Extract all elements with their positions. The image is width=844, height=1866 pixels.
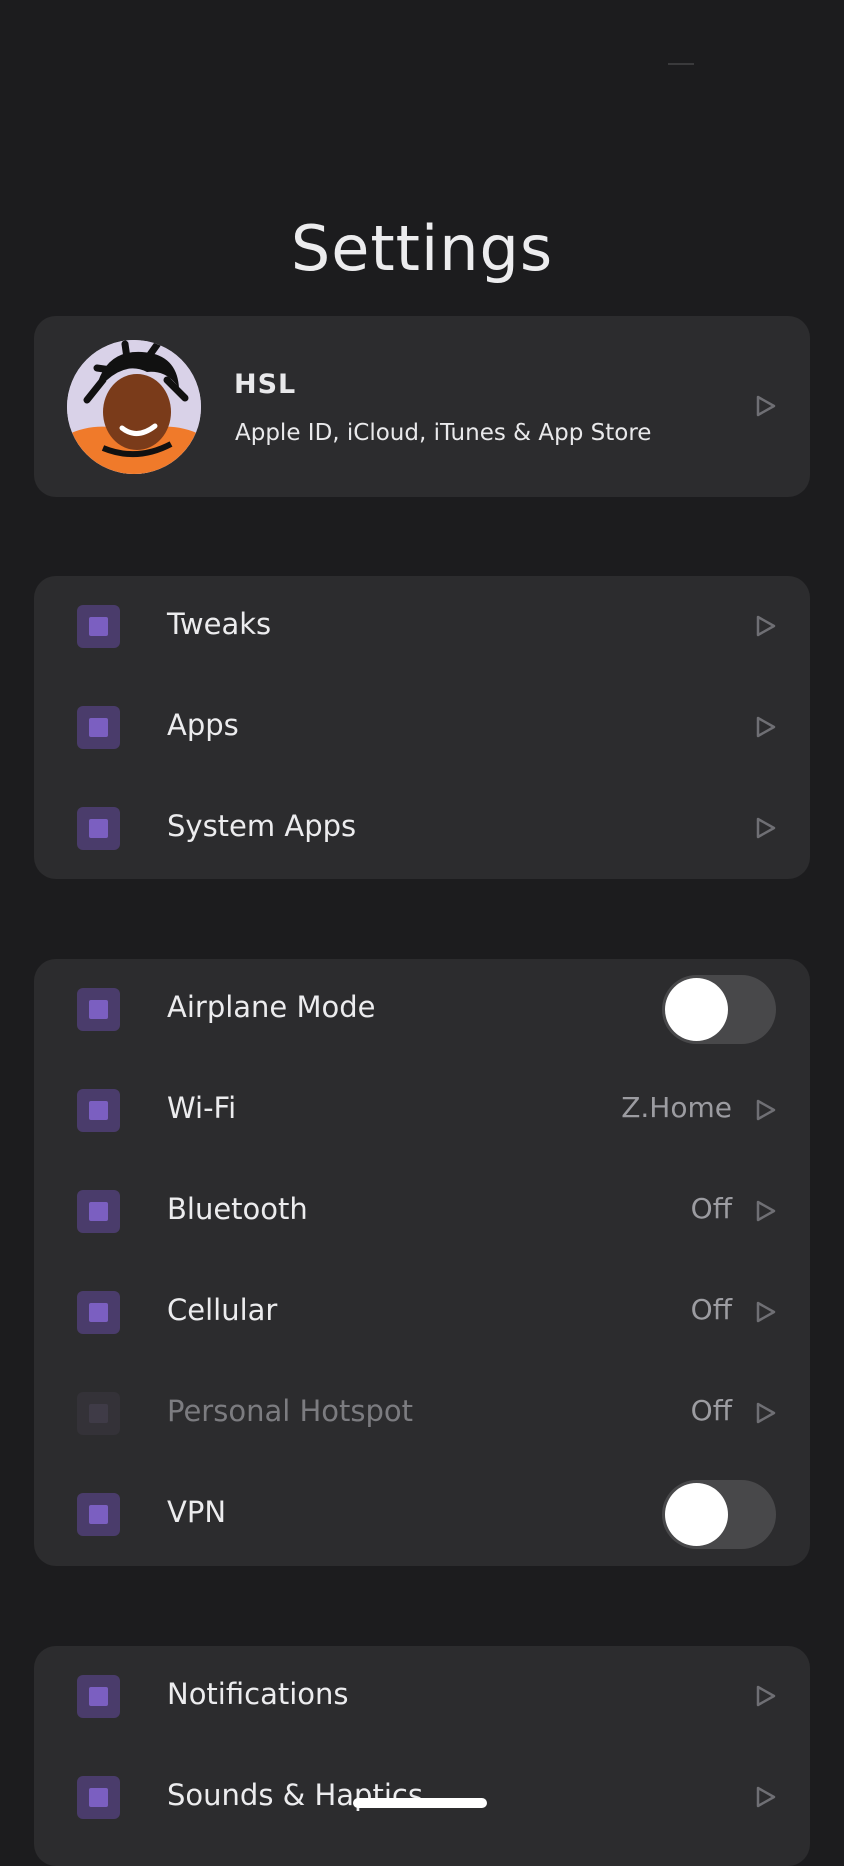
row-value: Off (690, 1394, 732, 1427)
toggle-knob (665, 1483, 728, 1546)
row-notifications[interactable]: Notifications (34, 1646, 810, 1747)
row-label: Apps (167, 708, 239, 742)
purple-square-icon (77, 1291, 120, 1334)
connectivity-section: Airplane Mode Wi-Fi Z.Home Bluetooth Off… (34, 959, 810, 1566)
page-title: Settings (290, 212, 554, 285)
purple-square-icon (77, 706, 120, 749)
chevron-right-icon (756, 1786, 776, 1808)
row-value: Off (690, 1192, 732, 1225)
profile-subtitle: Apple ID, iCloud, iTunes & App Store (235, 420, 652, 446)
row-cellular[interactable]: Cellular Off (34, 1262, 810, 1363)
row-label: Airplane Mode (167, 990, 376, 1024)
vpn-toggle[interactable] (662, 1480, 776, 1549)
notifications-section: Notifications Sounds & Haptics (34, 1646, 810, 1866)
airplane-mode-toggle[interactable] (662, 975, 776, 1044)
row-value: Z.Home (621, 1091, 732, 1124)
toggle-knob (665, 978, 728, 1041)
avatar (67, 340, 201, 474)
purple-square-icon (77, 988, 120, 1031)
row-label: System Apps (167, 809, 357, 843)
row-label: VPN (167, 1495, 227, 1529)
purple-square-icon (77, 1392, 120, 1435)
chevron-right-icon (756, 716, 776, 738)
chevron-right-icon (756, 817, 776, 839)
row-bluetooth[interactable]: Bluetooth Off (34, 1161, 810, 1262)
row-tweaks[interactable]: Tweaks (34, 576, 810, 677)
avatar-image (67, 340, 201, 474)
row-wifi[interactable]: Wi-Fi Z.Home (34, 1060, 810, 1161)
chevron-right-icon (756, 1301, 776, 1323)
tweaks-section: Tweaks Apps System Apps (34, 576, 810, 879)
chevron-right-icon (756, 1200, 776, 1222)
row-vpn: VPN (34, 1464, 810, 1565)
chevron-right-icon (756, 615, 776, 637)
chevron-right-icon (756, 1099, 776, 1121)
home-indicator[interactable] (353, 1798, 487, 1808)
chevron-right-icon (756, 395, 776, 417)
row-label: Tweaks (167, 607, 272, 641)
row-system-apps[interactable]: System Apps (34, 778, 810, 879)
purple-square-icon (77, 807, 120, 850)
purple-square-icon (77, 1776, 120, 1819)
purple-square-icon (77, 1675, 120, 1718)
purple-square-icon (77, 1190, 120, 1233)
row-label: Notifications (167, 1677, 349, 1711)
purple-square-icon (77, 605, 120, 648)
row-personal-hotspot[interactable]: Personal Hotspot Off (34, 1363, 810, 1464)
row-airplane-mode: Airplane Mode (34, 959, 810, 1060)
purple-square-icon (77, 1493, 120, 1536)
row-label: Wi-Fi (167, 1091, 237, 1125)
chevron-right-icon (756, 1685, 776, 1707)
row-value: Off (690, 1293, 732, 1326)
profile-card[interactable]: HSL Apple ID, iCloud, iTunes & App Store (34, 316, 810, 497)
row-apps[interactable]: Apps (34, 677, 810, 778)
status-bar-indicator (668, 63, 694, 65)
row-label: Cellular (167, 1293, 278, 1327)
profile-name: HSL (234, 369, 297, 400)
purple-square-icon (77, 1089, 120, 1132)
row-label: Bluetooth (167, 1192, 308, 1226)
row-label: Personal Hotspot (167, 1394, 414, 1428)
chevron-right-icon (756, 1402, 776, 1424)
